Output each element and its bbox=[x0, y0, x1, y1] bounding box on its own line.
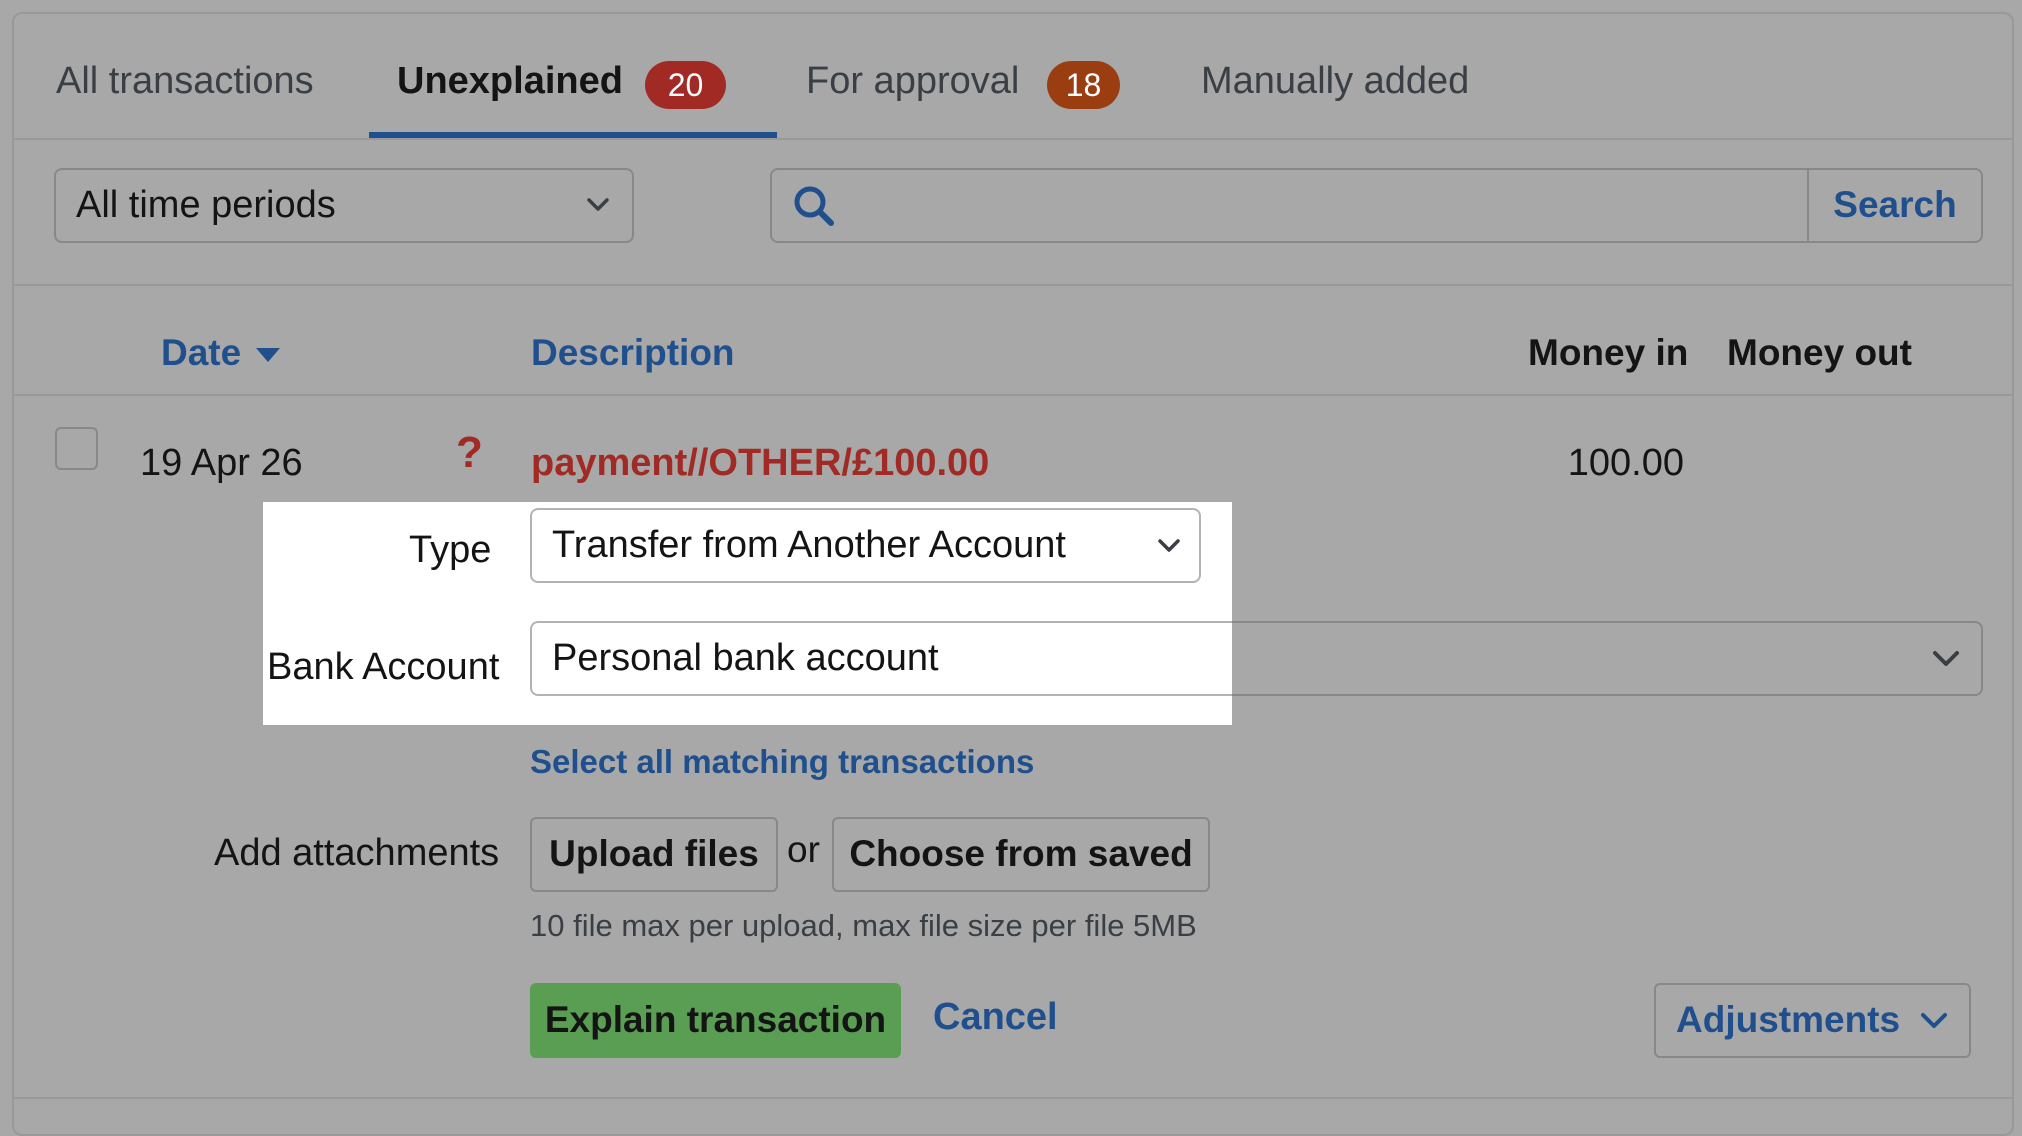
cancel-link[interactable]: Cancel bbox=[933, 996, 1058, 1039]
type-value: Transfer from Another Account bbox=[552, 524, 1066, 566]
row-date: 19 Apr 26 bbox=[140, 442, 303, 484]
adjustments-label: Adjustments bbox=[1676, 999, 1901, 1040]
transactions-panel: All transactions Unexplained 20 For appr… bbox=[12, 12, 2014, 1136]
choose-from-saved-button[interactable]: Choose from saved bbox=[832, 817, 1210, 892]
time-period-value: All time periods bbox=[76, 184, 336, 226]
bank-account-label: Bank Account bbox=[267, 646, 500, 688]
select-all-matching-link[interactable]: Select all matching transactions bbox=[530, 743, 1034, 781]
tab-unexplained[interactable]: Unexplained bbox=[397, 60, 623, 103]
unexplained-question-icon: ? bbox=[456, 428, 483, 477]
sort-desc-icon bbox=[256, 348, 281, 363]
explain-transaction-button[interactable]: Explain transaction bbox=[530, 983, 901, 1058]
chevron-down-icon bbox=[1921, 1013, 1947, 1028]
bank-account-value: Personal bank account bbox=[552, 637, 939, 679]
file-limit-hint: 10 file max per upload, max file size pe… bbox=[530, 908, 1197, 943]
unexplained-count-badge: 20 bbox=[645, 61, 726, 109]
chevron-down-icon bbox=[1158, 539, 1180, 552]
money-in-column-header: Money in bbox=[1528, 332, 1689, 373]
search-box: Search bbox=[770, 168, 1983, 243]
or-text: or bbox=[787, 829, 820, 870]
tab-for-approval[interactable]: For approval bbox=[806, 60, 1019, 103]
row-money-in: 100.00 bbox=[1567, 442, 1684, 484]
upload-files-button[interactable]: Upload files bbox=[530, 817, 778, 892]
search-input[interactable] bbox=[852, 176, 1776, 236]
date-column-header[interactable]: Date bbox=[161, 332, 281, 374]
filters-divider bbox=[14, 284, 2012, 286]
bank-account-select[interactable]: Personal bank account bbox=[530, 621, 1232, 696]
search-icon bbox=[794, 186, 834, 226]
tabs-divider bbox=[14, 138, 2012, 140]
date-header-label: Date bbox=[161, 332, 242, 373]
approval-count-badge: 18 bbox=[1047, 61, 1120, 109]
row-bottom-divider bbox=[14, 1097, 2012, 1099]
search-button[interactable]: Search bbox=[1809, 170, 1981, 241]
tab-manually-added[interactable]: Manually added bbox=[1201, 60, 1469, 103]
money-out-column-header: Money out bbox=[1727, 332, 1912, 373]
row-checkbox[interactable] bbox=[55, 427, 98, 470]
chevron-down-icon bbox=[587, 198, 609, 211]
description-column-header[interactable]: Description bbox=[531, 332, 735, 374]
type-label: Type bbox=[409, 529, 492, 571]
header-divider bbox=[14, 394, 2012, 396]
chevron-down-icon bbox=[1933, 651, 1959, 666]
row-description[interactable]: payment//OTHER/£100.00 bbox=[531, 442, 989, 485]
tab-all-transactions[interactable]: All transactions bbox=[56, 60, 314, 103]
type-select[interactable]: Transfer from Another Account bbox=[530, 508, 1201, 583]
time-period-select[interactable]: All time periods bbox=[54, 168, 634, 243]
add-attachments-label: Add attachments bbox=[214, 832, 500, 874]
adjustments-button[interactable]: Adjustments bbox=[1654, 983, 1971, 1058]
